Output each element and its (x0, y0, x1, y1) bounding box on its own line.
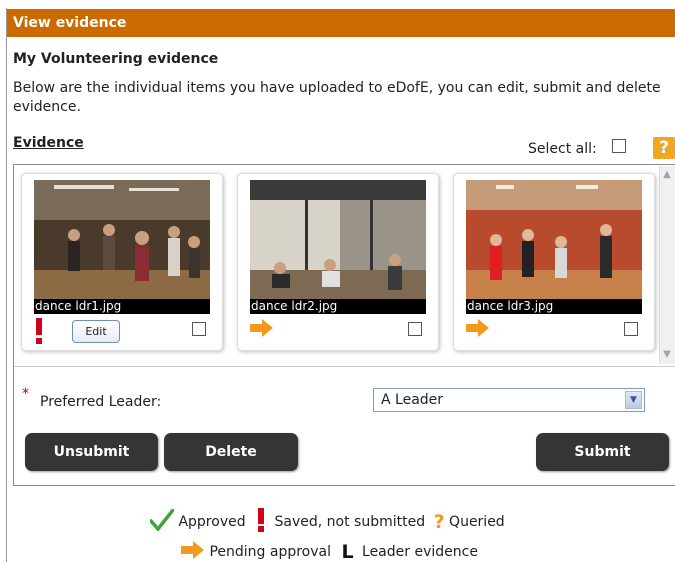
saved-not-submitted-icon (256, 508, 266, 536)
saved-not-submitted-icon (34, 318, 44, 348)
evidence-heading: Evidence (13, 135, 84, 151)
legend-queried: Queried (449, 514, 505, 530)
evidence-checkbox[interactable] (624, 322, 638, 336)
chevron-down-icon[interactable]: ▼ (625, 391, 642, 409)
edit-button[interactable]: Edit (72, 320, 120, 343)
evidence-filename: dance ldr2.jpg (250, 299, 426, 314)
pending-approval-icon (181, 541, 205, 563)
evidence-card: dance ldr2.jpg (237, 173, 439, 351)
pending-approval-icon (466, 318, 490, 342)
divider (14, 366, 675, 367)
leader-evidence-icon: L (341, 541, 354, 563)
scroll-down-icon[interactable]: ▼ (661, 349, 673, 361)
delete-button[interactable]: Delete (164, 433, 298, 471)
queried-icon: ? (433, 511, 445, 533)
evidence-filename: dance ldr3.jpg (466, 299, 642, 314)
section-title: My Volunteering evidence (13, 51, 219, 67)
page-title: View evidence (7, 9, 675, 37)
section-description: Below are the individual items you have … (13, 80, 661, 115)
legend-pending: Pending approval (209, 544, 331, 560)
legend-row: Approved Saved, not submitted ? Queried (149, 508, 505, 536)
legend-row: Pending approval L Leader evidence (181, 541, 478, 563)
evidence-thumbnail[interactable]: dance ldr2.jpg (250, 180, 426, 314)
approved-icon (149, 508, 175, 535)
evidence-checkbox[interactable] (192, 322, 206, 336)
select-all-checkbox[interactable] (612, 139, 626, 153)
evidence-card: dance ldr1.jpg Edit (21, 173, 223, 351)
evidence-card: dance ldr3.jpg (453, 173, 655, 351)
help-icon[interactable]: ? (653, 137, 675, 159)
legend-saved: Saved, not submitted (274, 514, 426, 530)
select-all-label: Select all: (528, 141, 597, 157)
evidence-thumbnail[interactable]: dance ldr3.jpg (466, 180, 642, 314)
preferred-leader-value: A Leader (381, 392, 444, 408)
unsubmit-button[interactable]: Unsubmit (25, 433, 158, 471)
legend-approved: Approved (178, 514, 246, 530)
legend-leader: Leader evidence (362, 544, 478, 560)
evidence-filename: dance ldr1.jpg (34, 299, 210, 314)
preferred-leader-label: Preferred Leader: (40, 394, 162, 410)
evidence-checkbox[interactable] (408, 322, 422, 336)
pending-approval-icon (250, 318, 274, 342)
evidence-thumbnail[interactable]: dance ldr1.jpg (34, 180, 210, 314)
required-marker: * (22, 386, 29, 402)
preferred-leader-select[interactable]: A Leader ▼ (373, 388, 645, 412)
submit-button[interactable]: Submit (536, 433, 669, 471)
gallery-scrollbar[interactable] (659, 166, 675, 364)
scroll-up-icon[interactable]: ▲ (661, 169, 673, 181)
